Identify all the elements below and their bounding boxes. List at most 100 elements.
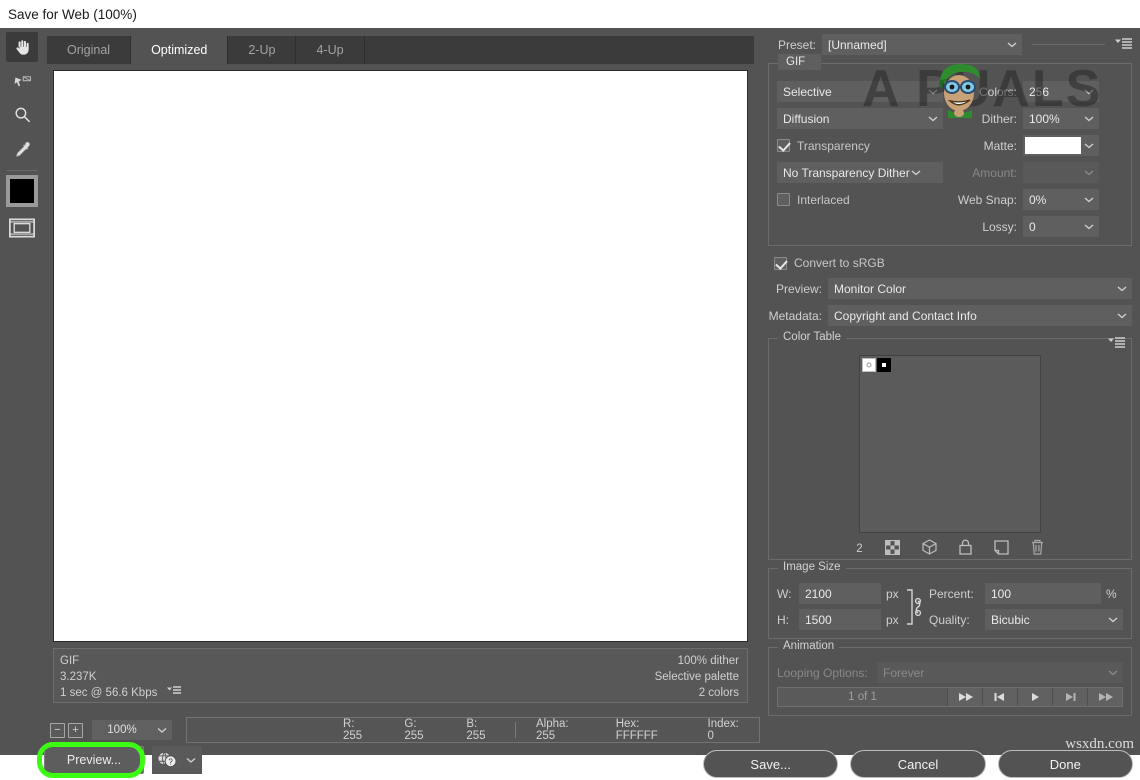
preview-select[interactable]: Monitor Color (828, 278, 1132, 299)
web-snap-select[interactable]: 0% (1023, 189, 1099, 210)
chevron-down-icon (1117, 312, 1127, 319)
colors-value: 256 (1029, 85, 1049, 99)
zoom-level-input[interactable]: 100% (92, 720, 152, 740)
constrain-proportions-icon[interactable] (899, 586, 929, 628)
matte-label: Matte: (955, 139, 1017, 153)
readout-hex: Hex: FFFFFF (600, 718, 692, 742)
lossy-label: Lossy: (955, 220, 1017, 234)
step-forward-icon[interactable] (1052, 688, 1087, 706)
preview-label: Preview: (768, 282, 822, 296)
done-button[interactable]: Done (998, 750, 1133, 778)
zoom-and-readout-bar: − + 100% R: 255 G: 255 B: 255 Alpha: 255… (50, 716, 760, 744)
readout-index: Index: 0 (692, 718, 759, 742)
dither-algorithm-select[interactable]: Diffusion (777, 108, 943, 129)
readout-alpha: Alpha: 255 (520, 718, 600, 742)
width-label: W: (777, 587, 799, 601)
eyedropper-tool[interactable] (6, 134, 38, 164)
chevron-down-icon (928, 88, 938, 95)
color-swatch-white[interactable] (862, 358, 876, 372)
width-input[interactable]: 2100 (799, 583, 881, 604)
transparency-dither-value: No Transparency Dither (783, 166, 910, 180)
lock-icon[interactable] (959, 539, 972, 558)
animation-nav-bar: 1 of 1 (777, 687, 1123, 707)
height-input[interactable]: 1500 (799, 609, 881, 630)
save-button[interactable]: Save... (703, 750, 838, 778)
tab-2up[interactable]: 2-Up (228, 36, 296, 64)
web-shift-icon[interactable] (885, 540, 900, 558)
rewind-icon[interactable] (947, 688, 982, 706)
preset-label: Preset: (768, 38, 816, 52)
color-table-grid[interactable] (859, 355, 1041, 533)
lock-cube-icon[interactable] (922, 539, 937, 558)
eyedropper-color (10, 179, 34, 203)
toolbar-divider (7, 170, 37, 171)
preview-button[interactable]: Preview... (44, 746, 144, 774)
new-color-icon[interactable] (994, 540, 1009, 558)
color-count: 2 (856, 543, 862, 555)
info-menu-icon[interactable] (167, 685, 181, 701)
height-label: H: (777, 613, 799, 627)
chevron-down-icon (1084, 196, 1094, 203)
step-back-icon[interactable] (982, 688, 1017, 706)
browser-help-icon[interactable]: ? (156, 750, 178, 771)
hand-tool[interactable] (6, 32, 38, 62)
chevron-down-icon (928, 115, 938, 122)
document-area: Original Optimized 2-Up 4-Up GIF 3.237K … (44, 28, 760, 755)
dither-amount-select[interactable]: 100% (1023, 108, 1099, 129)
image-preview-canvas[interactable] (53, 70, 748, 642)
checkbox-box (777, 139, 790, 152)
web-snap-label: Web Snap: (955, 193, 1017, 207)
chevron-down-icon (1084, 223, 1094, 230)
color-table-menu-icon[interactable] (1108, 337, 1125, 348)
chevron-down-icon (1007, 41, 1017, 48)
chevron-down-icon (911, 169, 921, 176)
info-download-speed: 1 sec @ 56.6 Kbps (60, 685, 157, 701)
interlaced-checkbox[interactable]: Interlaced (777, 193, 943, 207)
info-filesize: 3.237K (60, 669, 181, 685)
browser-select-chevron-icon[interactable] (186, 753, 196, 767)
play-icon[interactable] (1017, 688, 1052, 706)
zoom-in-button[interactable]: + (68, 723, 83, 738)
zoom-dropdown-chevron[interactable] (152, 720, 172, 740)
format-select[interactable]: GIF (778, 54, 821, 70)
transparency-dither-select[interactable]: No Transparency Dither (777, 162, 943, 183)
zoom-tool[interactable] (6, 100, 38, 130)
color-reduction-select[interactable]: Selective (777, 81, 943, 102)
browser-preview-controls: ? (152, 746, 202, 774)
percent-input[interactable]: 100 (985, 583, 1101, 604)
metadata-label: Metadata: (768, 309, 822, 323)
foreground-color-swatch[interactable] (6, 175, 38, 207)
percent-unit: % (1106, 587, 1117, 601)
info-format: GIF (60, 653, 181, 669)
dither-algorithm-value: Diffusion (783, 112, 829, 126)
delete-icon[interactable] (1031, 539, 1044, 558)
preset-panel-menu-icon[interactable] (1115, 38, 1132, 52)
chevron-down-icon (1108, 616, 1118, 623)
convert-to-srgb-checkbox[interactable]: Convert to sRGB (774, 256, 1132, 270)
toggle-slices-icon[interactable] (6, 213, 38, 243)
amount-select (1023, 162, 1099, 183)
lossy-select[interactable]: 0 (1023, 216, 1099, 237)
matte-color-select[interactable] (1023, 135, 1099, 156)
interlaced-label: Interlaced (797, 193, 850, 207)
fast-forward-icon[interactable] (1087, 688, 1122, 706)
readout-blue: B: 255 (450, 718, 511, 742)
colors-select[interactable]: 256 (1023, 81, 1099, 102)
web-snap-value: 0% (1029, 193, 1046, 207)
svg-text:?: ? (168, 757, 173, 766)
view-tab-bar: Original Optimized 2-Up 4-Up (47, 36, 754, 64)
slice-select-tool[interactable] (6, 66, 38, 96)
metadata-select[interactable]: Copyright and Contact Info (828, 305, 1132, 326)
transparency-checkbox[interactable]: Transparency (777, 139, 943, 153)
tab-4up[interactable]: 4-Up (296, 36, 364, 64)
transparency-label: Transparency (797, 139, 870, 153)
color-swatch-black[interactable] (877, 358, 891, 372)
looping-options-value: Forever (883, 666, 924, 680)
cancel-button[interactable]: Cancel (850, 750, 985, 778)
preset-select[interactable]: [Unnamed] (822, 34, 1022, 55)
amount-label: Amount: (955, 166, 1017, 180)
quality-select[interactable]: Bicubic (985, 609, 1123, 630)
tab-original[interactable]: Original (47, 36, 131, 64)
tab-optimized[interactable]: Optimized (131, 36, 228, 64)
zoom-out-button[interactable]: − (50, 723, 65, 738)
